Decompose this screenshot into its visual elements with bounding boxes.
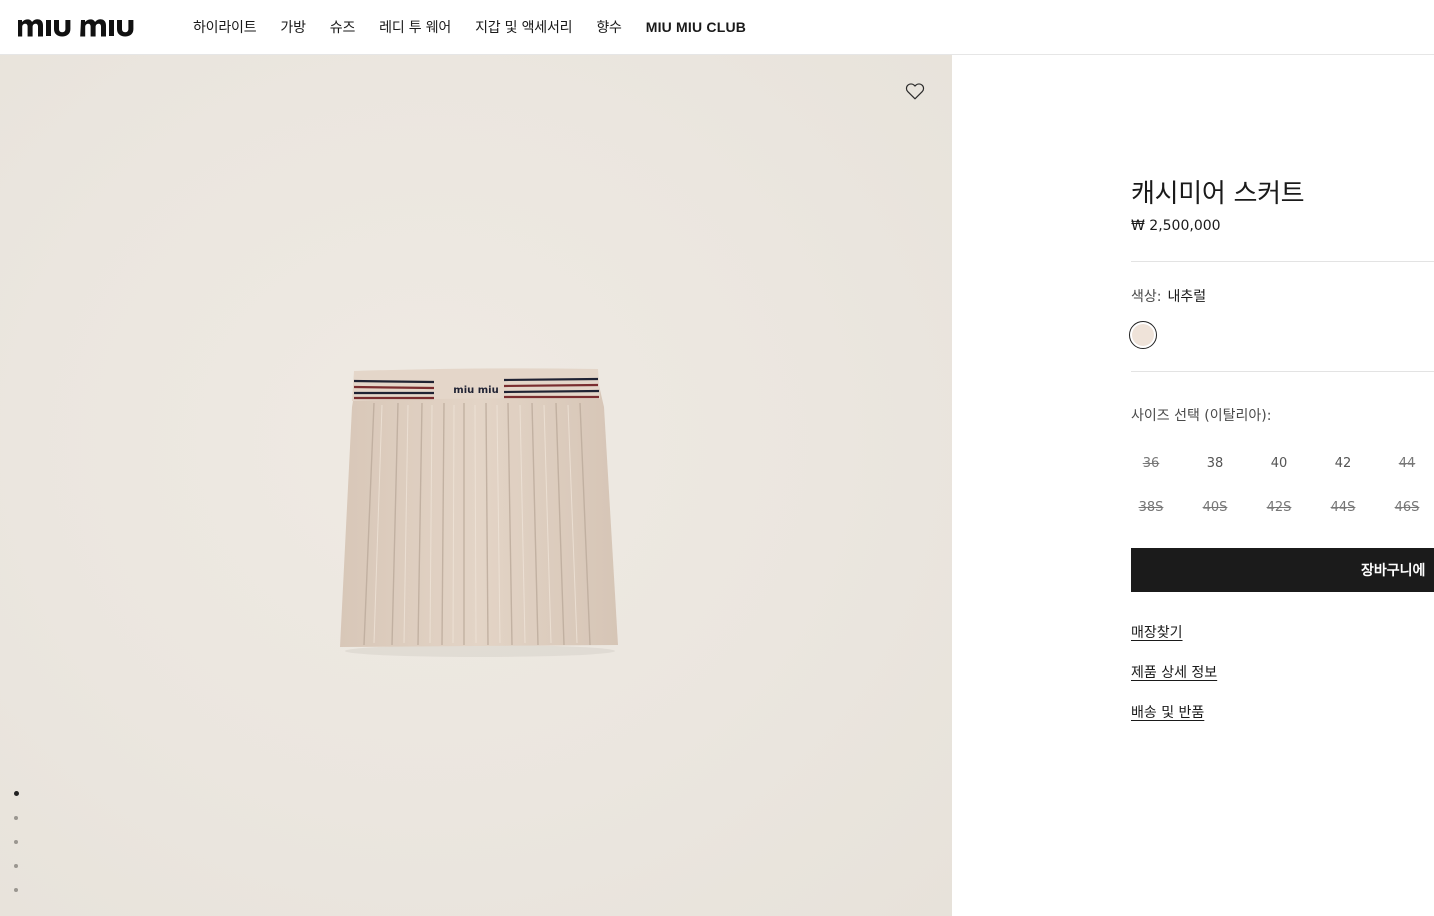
product-price: ₩ 2,500,000 (1131, 218, 1221, 234)
product-image-pleated-skirt: miu miu (340, 368, 618, 657)
swatch-fill (1132, 324, 1154, 346)
size-option-42[interactable]: 42 (1321, 451, 1365, 477)
waistband-logo: miu miu (453, 385, 498, 396)
gallery-dot-2[interactable] (14, 816, 18, 820)
size-option-36[interactable]: 36 (1129, 451, 1173, 477)
gallery-dot-4[interactable] (14, 864, 18, 868)
nav-item-wallets-accessories[interactable]: 지갑 및 액세서리 (475, 17, 572, 37)
size-option-44[interactable]: 44 (1385, 451, 1429, 477)
size-option-40[interactable]: 40 (1257, 451, 1301, 477)
gallery-dot-3[interactable] (14, 840, 18, 844)
product-title: 캐시미어 스커트 (1131, 179, 1305, 209)
color-label: 색상: (1131, 289, 1162, 305)
gallery-pagination (14, 791, 24, 912)
gallery-dot-5[interactable] (14, 888, 18, 892)
color-selector-label: 색상: 내추럴 (1131, 286, 1206, 306)
size-option-40s[interactable]: 40S (1193, 495, 1237, 521)
main-nav: 하이라이트 가방 슈즈 레디 투 웨어 지갑 및 액세서리 향수 MIU MIU… (193, 0, 770, 54)
product-info-panel: 캐시미어 스커트 ₩ 2,500,000 색상: 내추럴 사이즈 선택 (이탈리아… (1129, 55, 1434, 916)
product-details-link[interactable]: 제품 상세 정보 (1131, 662, 1217, 682)
nav-item-shoes[interactable]: 슈즈 (330, 17, 356, 37)
divider (1131, 261, 1434, 262)
size-option-38s[interactable]: 38S (1129, 495, 1173, 521)
size-option-42s[interactable]: 42S (1257, 495, 1301, 521)
site-header: 하이라이트 가방 슈즈 레디 투 웨어 지갑 및 액세서리 향수 MIU MIU… (0, 0, 1434, 55)
nav-item-highlights[interactable]: 하이라이트 (193, 17, 257, 37)
heart-outline-icon[interactable] (904, 80, 926, 102)
size-option-44s[interactable]: 44S (1321, 495, 1365, 521)
color-value: 내추럴 (1167, 289, 1207, 305)
size-option-46s[interactable]: 46S (1385, 495, 1429, 521)
gallery-dot-1[interactable] (14, 791, 19, 796)
shipping-returns-link[interactable]: 배송 및 반품 (1131, 702, 1204, 722)
nav-item-bags[interactable]: 가방 (280, 17, 306, 37)
divider (1131, 371, 1434, 372)
nav-item-ready-to-wear[interactable]: 레디 투 웨어 (379, 17, 451, 37)
find-store-link[interactable]: 매장찾기 (1131, 622, 1183, 642)
nav-item-fragrance[interactable]: 향수 (596, 17, 622, 37)
add-to-cart-button[interactable]: 장바구니에 (1131, 548, 1434, 592)
nav-item-miu-miu-club[interactable]: MIU MIU CLUB (646, 19, 746, 35)
size-option-38[interactable]: 38 (1193, 451, 1237, 477)
miu-miu-logo[interactable] (18, 12, 168, 40)
color-swatch-natural[interactable] (1129, 321, 1157, 349)
product-image-gallery[interactable]: miu miu (0, 55, 952, 916)
size-select-label: 사이즈 선택 (이탈리아): (1131, 408, 1272, 424)
